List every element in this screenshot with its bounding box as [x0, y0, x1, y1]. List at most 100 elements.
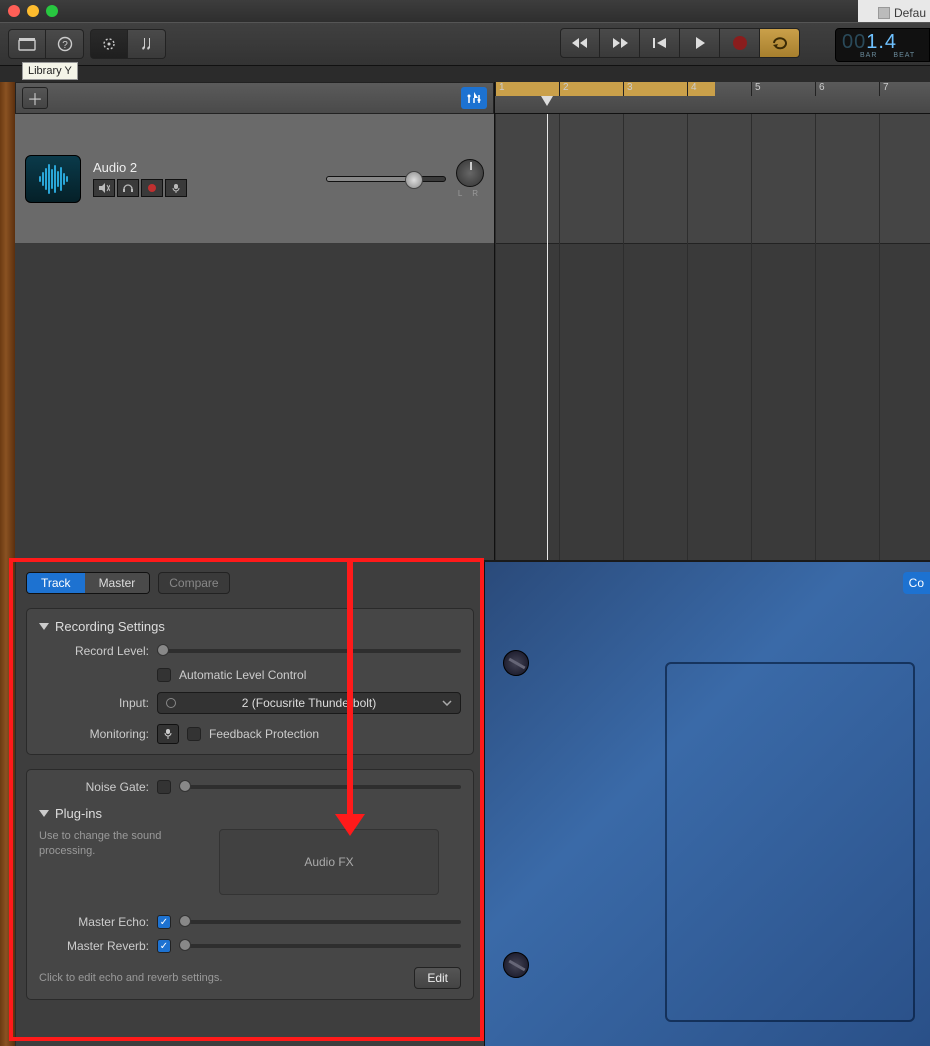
monitoring-button[interactable] [157, 724, 179, 744]
cycle-button[interactable] [760, 28, 800, 58]
record-button[interactable] [720, 28, 760, 58]
feedback-checkbox[interactable] [187, 727, 201, 741]
ruler-bar: 7 [879, 82, 889, 96]
playhead[interactable] [547, 114, 548, 560]
window-titlebar: Defau [0, 0, 930, 22]
track-lane[interactable] [495, 114, 930, 244]
track-volume-area: L R [199, 159, 484, 198]
edit-button-group [90, 29, 166, 59]
rewind-button[interactable] [560, 28, 600, 58]
quick-help-button[interactable]: ? [46, 29, 84, 59]
window-controls [8, 5, 58, 17]
track-header-area: ＋ Audio 2 [15, 82, 495, 560]
effects-panel: Noise Gate: Plug-ins Use to change the s… [26, 769, 474, 1000]
ruler-bar: 2 [559, 82, 569, 96]
auto-level-label: Automatic Level Control [179, 668, 306, 682]
record-level-label: Record Level: [39, 644, 149, 658]
go-to-start-button[interactable] [640, 28, 680, 58]
track-row[interactable]: Audio 2 L [15, 114, 494, 244]
monitoring-label: Monitoring: [39, 727, 149, 741]
close-window-button[interactable] [8, 5, 20, 17]
mute-button[interactable] [93, 179, 115, 197]
view-button-group: ? [8, 29, 84, 59]
input-monitor-button[interactable] [165, 179, 187, 197]
pan-labels: L R [458, 189, 482, 198]
recording-settings-header[interactable]: Recording Settings [39, 619, 461, 634]
tab-track[interactable]: Track [27, 573, 85, 593]
play-button[interactable] [680, 28, 720, 58]
track-type-icon [25, 155, 81, 203]
input-dropdown[interactable]: 2 (Focusrite Thunderbolt) [157, 692, 461, 714]
record-level-slider[interactable] [157, 649, 461, 653]
master-reverb-label: Master Reverb: [39, 939, 149, 953]
edit-button[interactable]: Edit [414, 967, 461, 989]
arrange-grid[interactable] [495, 114, 930, 560]
plugins-header[interactable]: Plug-ins [39, 806, 461, 821]
record-dot-icon [148, 184, 156, 192]
controls-button[interactable]: Co [903, 572, 930, 594]
ruler-bar: 4 [687, 82, 697, 96]
disclosure-triangle-icon [39, 810, 49, 817]
volume-slider[interactable] [326, 176, 446, 182]
forward-button[interactable] [600, 28, 640, 58]
auto-level-checkbox[interactable] [157, 668, 171, 682]
master-echo-slider[interactable] [179, 920, 461, 924]
transport-controls [560, 28, 800, 58]
minimize-window-button[interactable] [27, 5, 39, 17]
lcd-bar-label: BAR [860, 52, 877, 59]
main-toolbar: ? 001.4 BAR BEAT [0, 22, 930, 66]
ruler-bar: 6 [815, 82, 825, 96]
master-reverb-checkbox[interactable] [157, 939, 171, 953]
noise-gate-label: Noise Gate: [39, 780, 149, 794]
lcd-beat-label: BEAT [893, 52, 915, 59]
audio-fx-slot[interactable]: Audio FX [219, 829, 439, 895]
playhead-marker[interactable] [541, 96, 553, 106]
noise-gate-slider[interactable] [179, 785, 461, 789]
timeline-ruler[interactable]: 1 2 3 4 5 6 7 [495, 82, 930, 114]
lcd-display[interactable]: 001.4 BAR BEAT [835, 28, 930, 62]
waveform-icon [39, 164, 68, 194]
noise-gate-checkbox[interactable] [157, 780, 171, 794]
input-label: Input: [39, 696, 149, 710]
chevron-down-icon [442, 700, 452, 706]
cycle-region[interactable] [495, 82, 715, 96]
tab-master[interactable]: Master [85, 573, 150, 593]
master-reverb-slider[interactable] [179, 944, 461, 948]
annotation-arrow [347, 562, 353, 820]
control-placeholder [665, 662, 915, 1022]
track-filter-button[interactable] [461, 87, 487, 109]
track-name[interactable]: Audio 2 [93, 160, 187, 175]
smart-controls-button[interactable] [90, 29, 128, 59]
echo-reverb-hint: Click to edit echo and reverb settings. [39, 972, 222, 984]
arrange-area: 1 2 3 4 5 6 7 [495, 82, 930, 560]
editors-button[interactable] [128, 29, 166, 59]
recording-settings-panel: Recording Settings Record Level: Automat… [26, 608, 474, 755]
track-meta: Audio 2 [93, 160, 187, 197]
ruler-bar: 5 [751, 82, 761, 96]
feedback-label: Feedback Protection [209, 727, 319, 741]
library-button[interactable] [8, 29, 46, 59]
compare-button[interactable]: Compare [158, 572, 229, 594]
smart-controls-visual: Co [484, 562, 930, 1046]
library-tooltip: Library Y [22, 62, 78, 80]
record-enable-button[interactable] [141, 179, 163, 197]
record-icon [733, 36, 747, 50]
screw-decoration [503, 650, 529, 676]
screw-decoration [503, 952, 529, 978]
ruler-bar: 3 [623, 82, 633, 96]
master-echo-label: Master Echo: [39, 915, 149, 929]
input-channel-icon [166, 698, 176, 708]
ruler-bar: 1 [495, 82, 505, 96]
lcd-dim: 00 [842, 31, 866, 53]
svg-text:?: ? [62, 40, 68, 51]
master-echo-checkbox[interactable] [157, 915, 171, 929]
add-track-button[interactable]: ＋ [22, 87, 48, 109]
inspector-tab-switch: Track Master [26, 572, 150, 594]
window-title: Defau [858, 0, 930, 22]
zoom-window-button[interactable] [46, 5, 58, 17]
track-list-toolbar: ＋ [15, 82, 494, 114]
lcd-value: 1.4 [866, 31, 897, 53]
pan-knob[interactable] [456, 159, 484, 187]
headphone-button[interactable] [117, 179, 139, 197]
document-name: Defau [894, 6, 926, 20]
